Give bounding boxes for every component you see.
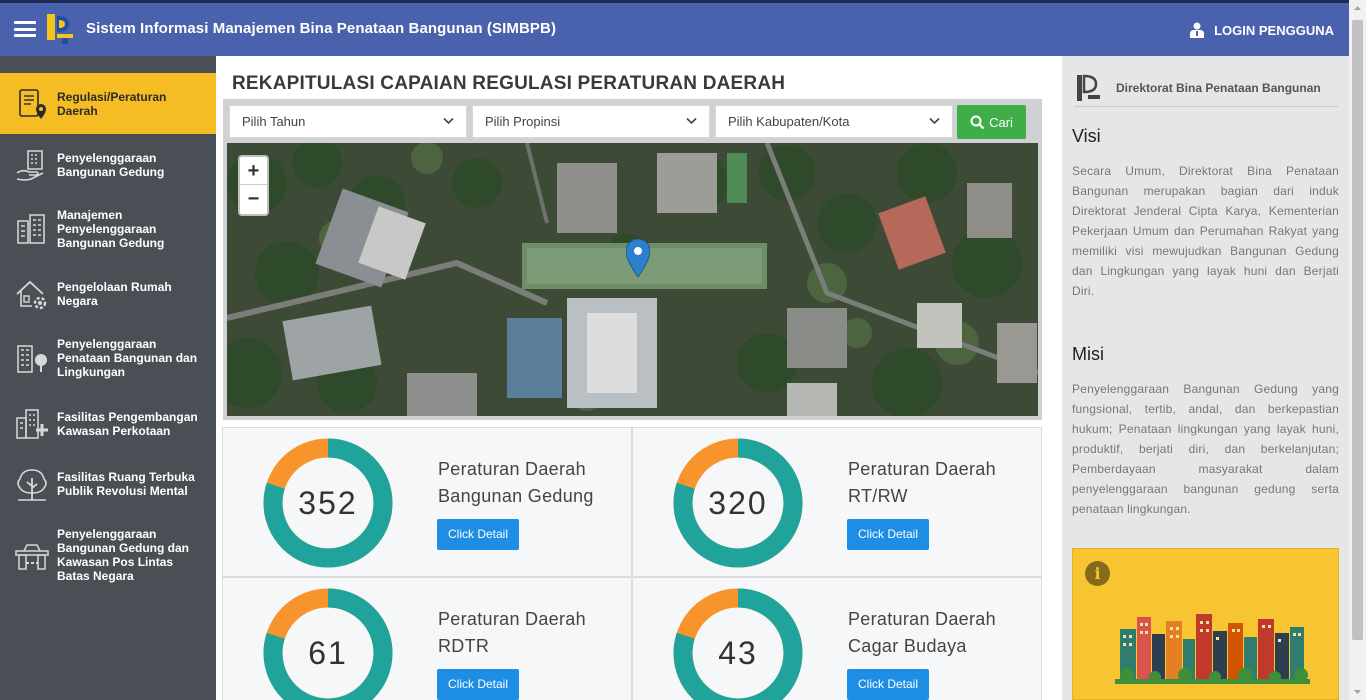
sidebar-item-fasilitas-perkotaan[interactable]: Fasilitas Pengembangan Kawasan Perkotaan bbox=[0, 402, 216, 446]
login-button[interactable]: LOGIN PENGGUNA bbox=[1190, 22, 1334, 38]
org-header: Direktorat Bina Penataan Bangunan bbox=[1074, 70, 1338, 107]
year-select-value: Pilih Tahun bbox=[242, 114, 306, 129]
scroll-down-icon[interactable] bbox=[1349, 683, 1366, 700]
stat-card-cagar-budaya: 43 Peraturan Daerah Cagar Budaya Click D… bbox=[632, 577, 1042, 700]
map-zoom-control: + − bbox=[238, 155, 269, 216]
stat-title-line2: Bangunan Gedung bbox=[438, 486, 594, 506]
stat-title: Peraturan Daerah Bangunan Gedung bbox=[438, 456, 594, 510]
sidebar-item-label: Fasilitas Ruang Terbuka Publik Revolusi … bbox=[57, 470, 195, 498]
stat-card-bangunan-gedung: 352 Peraturan Daerah Bangunan Gedung Cli… bbox=[222, 427, 632, 577]
document-map-icon bbox=[19, 88, 46, 119]
stat-title: Peraturan Daerah RT/RW bbox=[848, 456, 996, 510]
visi-heading: Visi bbox=[1072, 126, 1101, 146]
sidebar-item-regulasi[interactable]: Regulasi/Peraturan Daerah bbox=[0, 73, 216, 134]
stat-title: Peraturan Daerah RDTR bbox=[438, 606, 586, 660]
search-label: Cari bbox=[989, 114, 1013, 130]
sidebar-item-label: Pengelolaan Rumah Negara bbox=[57, 280, 172, 308]
zoom-out-button[interactable]: − bbox=[240, 185, 267, 213]
stat-title: Peraturan Daerah Cagar Budaya bbox=[848, 606, 996, 660]
pu-logo bbox=[1077, 74, 1100, 101]
stat-value: 320 bbox=[708, 484, 768, 521]
sidebar-item-label: Regulasi/Peraturan Daerah bbox=[57, 89, 167, 118]
click-detail-button[interactable]: Click Detail bbox=[437, 519, 519, 550]
stat-value: 352 bbox=[298, 484, 358, 521]
building-tree-icon bbox=[17, 345, 47, 373]
sidebar-item-bangunan-gedung[interactable]: Penyelenggaraan Bangunan Gedung bbox=[0, 140, 216, 190]
sidebar-item-pos-lintas-batas[interactable]: Penyelenggaraan Bangunan Gedung dan Kawa… bbox=[0, 520, 216, 590]
stat-title-line2: RT/RW bbox=[848, 486, 908, 506]
click-detail-button[interactable]: Click Detail bbox=[847, 519, 929, 550]
user-icon bbox=[1190, 22, 1205, 38]
misi-text: Penyelenggaraan Bangunan Gedung yang fun… bbox=[1072, 382, 1339, 516]
stat-value: 61 bbox=[308, 634, 348, 671]
sidebar-item-label: Manajemen Penyelenggaraan Bangunan Gedun… bbox=[57, 208, 165, 250]
stat-title-line1: Peraturan Daerah bbox=[848, 609, 996, 629]
chevron-down-icon bbox=[929, 117, 940, 125]
city-plus-icon bbox=[16, 409, 48, 439]
sidebar-item-ruang-terbuka[interactable]: Fasilitas Ruang Terbuka Publik Revolusi … bbox=[0, 462, 216, 506]
visi-text: Secara Umum, Direktorat Bina Penataan Ba… bbox=[1072, 164, 1339, 298]
border-post-icon bbox=[15, 544, 49, 570]
city-skyline-illustration bbox=[1115, 614, 1310, 684]
filter-bar: Pilih Tahun Pilih Propinsi Pilih Kabupat… bbox=[223, 99, 1042, 143]
house-gear-icon bbox=[16, 280, 47, 310]
info-icon: i bbox=[1085, 561, 1110, 586]
stat-title-line1: Peraturan Daerah bbox=[848, 459, 996, 479]
stat-title-line2: RDTR bbox=[438, 636, 490, 656]
stat-value: 43 bbox=[718, 634, 758, 671]
stat-card-rdtr: 61 Peraturan Daerah RDTR Click Detail bbox=[222, 577, 632, 700]
app-title: Sistem Informasi Manajemen Bina Penataan… bbox=[86, 20, 557, 37]
stat-title-line1: Peraturan Daerah bbox=[438, 609, 586, 629]
year-select[interactable]: Pilih Tahun bbox=[229, 105, 467, 138]
sidebar-item-penataan[interactable]: Penyelenggaraan Penataan Bangunan dan Li… bbox=[0, 330, 216, 386]
top-navbar: Sistem Informasi Manajemen Bina Penataan… bbox=[0, 0, 1366, 56]
search-icon bbox=[970, 115, 985, 129]
zoom-in-button[interactable]: + bbox=[240, 157, 267, 185]
search-button[interactable]: Cari bbox=[957, 105, 1026, 139]
chevron-down-icon bbox=[686, 117, 697, 125]
stat-title-line2: Cagar Budaya bbox=[848, 636, 967, 656]
login-label: LOGIN PENGGUNA bbox=[1214, 22, 1334, 38]
chevron-down-icon bbox=[443, 117, 454, 125]
building-hand-icon bbox=[16, 150, 44, 181]
click-detail-button[interactable]: Click Detail bbox=[437, 669, 519, 700]
sidebar-item-rumah-negara[interactable]: Pengelolaan Rumah Negara bbox=[0, 272, 216, 316]
pu-logo bbox=[47, 14, 73, 44]
scroll-up-icon[interactable] bbox=[1349, 0, 1366, 17]
sidebar-item-label: Fasilitas Pengembangan Kawasan Perkotaan bbox=[57, 410, 198, 438]
buildings-icon bbox=[17, 214, 45, 244]
province-select-value: Pilih Propinsi bbox=[485, 114, 561, 129]
info-box: i bbox=[1072, 548, 1339, 700]
org-name: Direktorat Bina Penataan Bangunan bbox=[1116, 81, 1321, 95]
scrollbar-thumb[interactable] bbox=[1352, 20, 1363, 640]
tree-park-icon bbox=[17, 469, 47, 501]
sidebar-item-label: Penyelenggaraan Penataan Bangunan dan Li… bbox=[57, 337, 198, 379]
page-title: REKAPITULASI CAPAIAN REGULASI PERATURAN … bbox=[232, 73, 786, 94]
sidebar-item-label: Penyelenggaraan Bangunan Gedung bbox=[57, 151, 165, 179]
city-select-value: Pilih Kabupaten/Kota bbox=[728, 114, 850, 129]
page-scrollbar[interactable] bbox=[1349, 0, 1366, 700]
province-select[interactable]: Pilih Propinsi bbox=[472, 105, 710, 138]
city-select[interactable]: Pilih Kabupaten/Kota bbox=[715, 105, 953, 138]
menu-toggle-icon[interactable] bbox=[14, 21, 36, 37]
satellite-imagery bbox=[227, 143, 1038, 416]
map-marker-icon[interactable] bbox=[626, 239, 650, 277]
stat-card-rt-rw: 320 Peraturan Daerah RT/RW Click Detail bbox=[632, 427, 1042, 577]
sidebar-item-manajemen[interactable]: Manajemen Penyelenggaraan Bangunan Gedun… bbox=[0, 200, 216, 258]
stat-title-line1: Peraturan Daerah bbox=[438, 459, 586, 479]
satellite-map[interactable] bbox=[227, 143, 1038, 416]
sidebar-item-label: Penyelenggaraan Bangunan Gedung dan Kawa… bbox=[57, 527, 189, 583]
click-detail-button[interactable]: Click Detail bbox=[847, 669, 929, 700]
misi-heading: Misi bbox=[1072, 344, 1104, 364]
